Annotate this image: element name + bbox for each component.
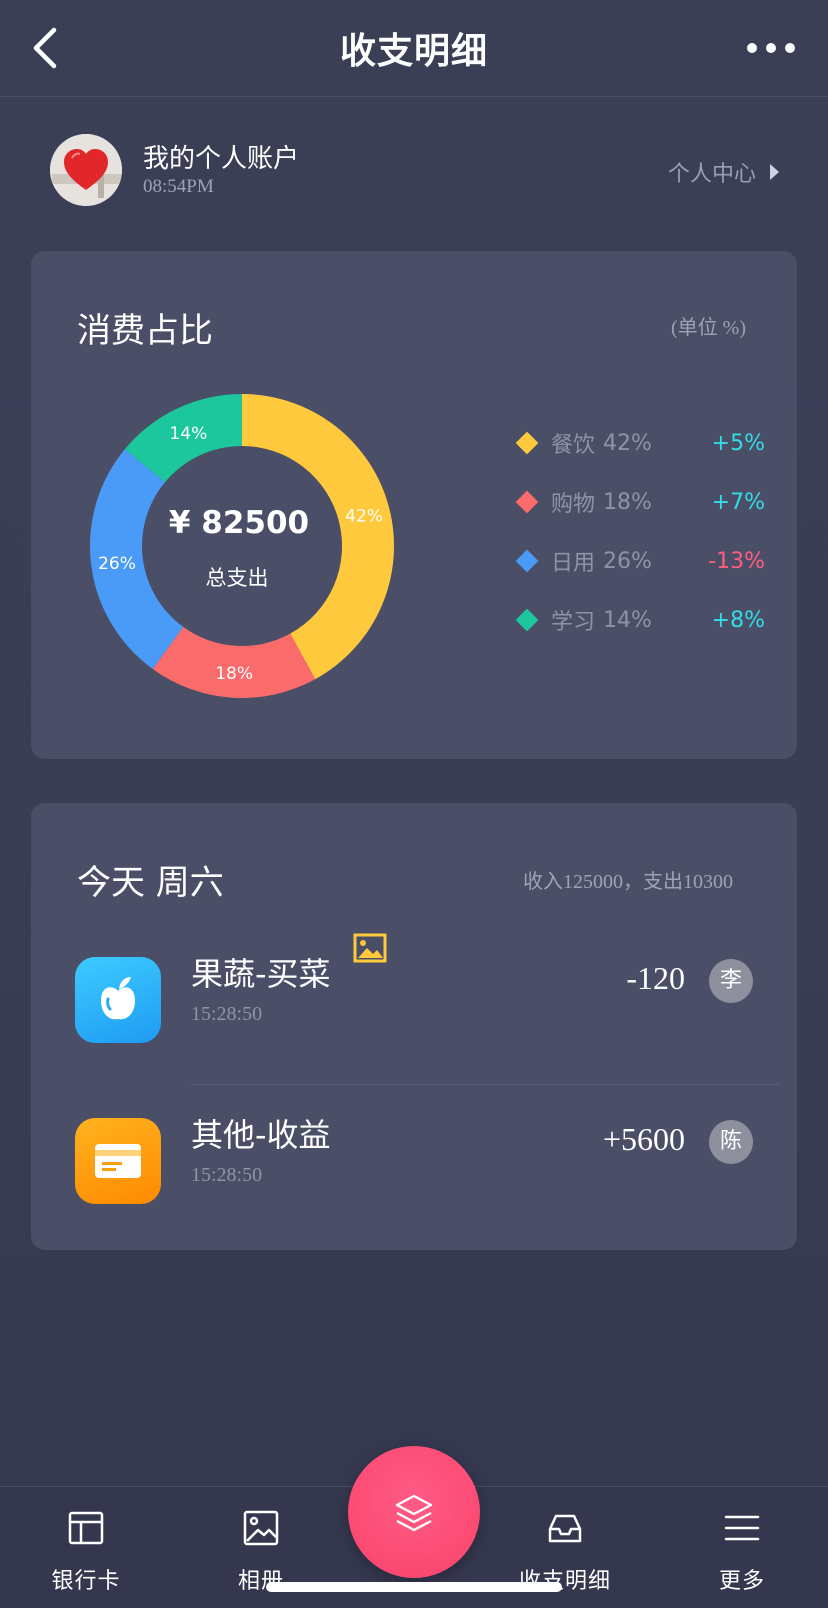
account-time: 08:54PM <box>143 176 214 197</box>
slice-label: 26% <box>98 554 136 574</box>
slice-label: 18% <box>215 664 253 684</box>
menu-icon <box>724 1515 760 1541</box>
transaction-title: 果蔬-买菜 <box>191 955 331 993</box>
page-title: 收支明细 <box>339 31 488 72</box>
user-avatar-badge[interactable]: 李 <box>709 959 753 1003</box>
personal-center-label: 个人中心 <box>668 162 757 187</box>
tab-more[interactable]: 更多 <box>662 1487 822 1608</box>
legend-swatch <box>515 608 539 632</box>
tab-label: 更多 <box>718 1569 765 1594</box>
transaction-title: 其他-收益 <box>191 1116 331 1154</box>
legend-swatch <box>515 490 539 514</box>
tab-bank-card[interactable]: 银行卡 <box>6 1487 166 1608</box>
transaction-amount: -120 <box>626 960 685 996</box>
donut-chart: 42% 18% 26% 14% ¥ 82500 总支出 <box>89 394 394 698</box>
personal-center-link[interactable]: 个人中心 <box>668 156 780 188</box>
today-transactions-card: 今天 周六 收入125000，支出10300 果蔬-买菜 15:28:50 -1… <box>31 803 797 1250</box>
legend-change: +5% <box>711 430 765 456</box>
legend-percent: 14% <box>603 607 652 633</box>
legend-percent: 18% <box>603 489 652 515</box>
add-record-button[interactable] <box>348 1446 480 1578</box>
bank-card-icon <box>68 1511 104 1545</box>
transaction-amount: +5600 <box>602 1121 685 1157</box>
total-amount: ¥ 82500 <box>169 505 309 541</box>
legend-swatch <box>515 549 539 573</box>
legend-swatch <box>515 431 539 455</box>
card-title: 消费占比 <box>77 311 213 351</box>
card-icon <box>75 1118 161 1204</box>
user-avatar-badge[interactable]: 陈 <box>709 1120 753 1164</box>
legend-change: +7% <box>711 489 765 515</box>
album-icon <box>243 1510 279 1546</box>
total-label: 总支出 <box>206 566 269 590</box>
avatar[interactable] <box>50 134 122 206</box>
account-name: 我的个人账户 <box>143 144 300 174</box>
layers-icon <box>395 1494 433 1532</box>
card-title: 今天 周六 <box>77 863 224 903</box>
legend-item-shopping: 购物 18% +7% <box>515 487 765 517</box>
legend-item-daily: 日用 26% -13% <box>515 546 765 576</box>
more-icon[interactable] <box>746 36 796 60</box>
slice-label: 14% <box>169 424 207 444</box>
tab-label: 银行卡 <box>51 1569 121 1594</box>
legend-change: -13% <box>708 548 765 574</box>
legend-percent: 26% <box>603 548 652 574</box>
spending-ratio-card: 消费占比 (单位 %) 42% 18% 26% 14% ¥ 82500 总支出 餐饮 … <box>31 251 797 759</box>
transaction-time: 15:28:50 <box>191 1003 263 1025</box>
income-expense-summary: 收入125000，支出10300 <box>523 871 733 893</box>
inbox-icon <box>548 1514 582 1543</box>
slice-shopping <box>152 626 316 698</box>
legend-change: +8% <box>711 607 765 633</box>
legend-item-study: 学习 14% +8% <box>515 605 765 635</box>
photo-attachment-icon[interactable] <box>353 933 387 963</box>
transaction-row[interactable]: 果蔬-买菜 15:28:50 -120 李 <box>31 933 797 1053</box>
legend-item-dining: 餐饮 42% +5% <box>515 428 765 458</box>
transaction-time: 15:28:50 <box>191 1164 263 1186</box>
legend-percent: 42% <box>603 430 652 456</box>
nav-bar: 收支明细 <box>0 0 828 97</box>
unit-label: (单位 %) <box>671 317 746 339</box>
caret-right-icon <box>770 164 780 180</box>
transaction-row[interactable]: 其他-收益 15:28:50 +5600 陈 <box>31 1094 797 1214</box>
avatar-heart-image <box>50 134 122 206</box>
apple-icon <box>75 957 161 1043</box>
home-indicator <box>266 1582 562 1592</box>
divider <box>191 1084 779 1085</box>
slice-label: 42% <box>345 507 383 527</box>
